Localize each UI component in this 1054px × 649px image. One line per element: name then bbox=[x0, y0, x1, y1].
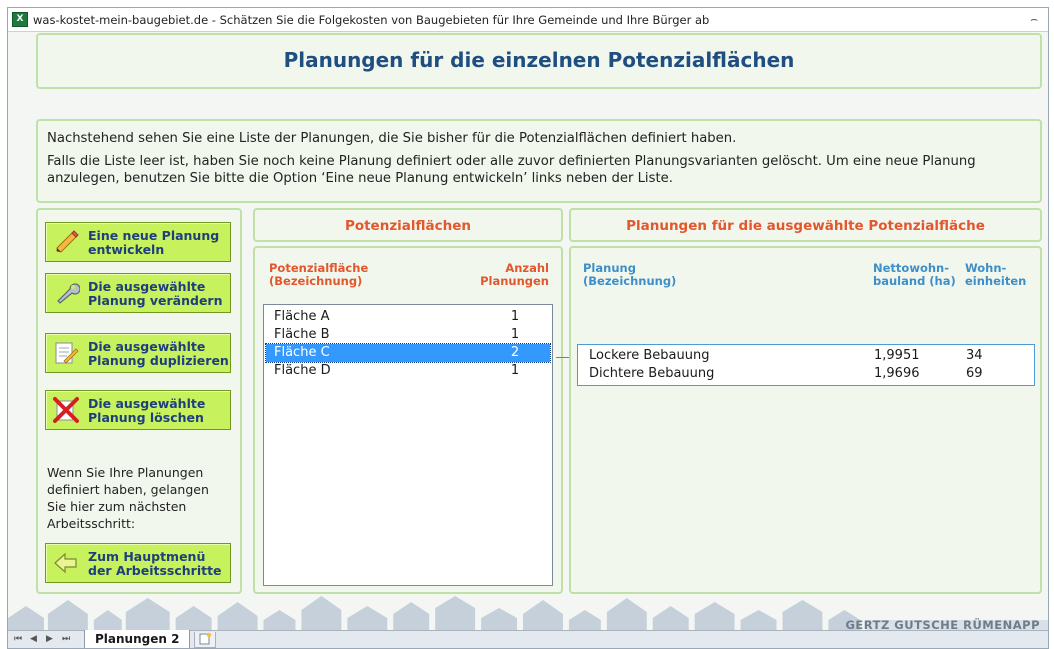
column-header-potenzialflaeche: Potenzialfläche (Bezeichnung) bbox=[269, 262, 368, 288]
column-header-anzahl-line2: Planungen bbox=[480, 274, 549, 288]
planung-name: Lockere Bebauung bbox=[589, 348, 710, 363]
main-menu-button[interactable]: Zum Hauptmenü der Arbeitsschritte bbox=[45, 543, 231, 583]
list-item-name: Fläche C bbox=[274, 345, 330, 360]
sheet-tab-planungen-2[interactable]: Planungen 2 bbox=[84, 630, 191, 648]
list-item-name: Fläche A bbox=[274, 309, 330, 324]
column-header-anzahl: Anzahl Planungen bbox=[480, 262, 549, 288]
wrench-icon bbox=[57, 283, 80, 304]
next-sheet-button[interactable]: ▶ bbox=[46, 634, 53, 644]
app-window: X was-kostet-mein-baugebiet.de - Schätze… bbox=[7, 7, 1049, 649]
sheet-tab-bar: ⏮ ◀ ▶ ⏭ Planungen 2 bbox=[8, 630, 1048, 648]
potenzialflaechen-panel: Potenzialfläche (Bezeichnung) Anzahl Pla… bbox=[253, 246, 563, 594]
intro-text-1: Nachstehend sehen Sie eine Liste der Pla… bbox=[47, 131, 737, 146]
list-item[interactable]: Fläche D 1 bbox=[266, 362, 550, 380]
new-planning-button[interactable]: Eine neue Planung entwickeln bbox=[45, 222, 231, 262]
intro-box: Nachstehend sehen Sie eine Liste der Pla… bbox=[36, 119, 1042, 203]
main-menu-label-2: der Arbeitsschritte bbox=[88, 563, 222, 578]
last-sheet-button[interactable]: ⏭ bbox=[62, 634, 70, 644]
actions-panel: Eine neue Planung entwickeln Die ausgewä… bbox=[36, 208, 242, 594]
duplicate-icon bbox=[55, 342, 79, 364]
list-item-count: 1 bbox=[510, 363, 520, 378]
window-title: was-kostet-mein-baugebiet.de - Schätzen … bbox=[33, 13, 710, 27]
duplicate-planning-button[interactable]: Die ausgewählte Planung duplizieren bbox=[45, 333, 231, 373]
new-planning-label-1: Eine neue Planung bbox=[88, 228, 220, 243]
restore-window-icon[interactable]: ⌢ bbox=[1030, 12, 1038, 27]
next-step-info: Wenn Sie Ihre Planungen definiert haben,… bbox=[47, 465, 209, 531]
table-row[interactable]: Dichtere Bebauung 1,9696 69 bbox=[578, 365, 1034, 383]
delete-planning-label-2: Planung löschen bbox=[88, 410, 204, 425]
planungen-header: Planungen für die ausgewählte Potenzialf… bbox=[569, 208, 1042, 242]
column-header-planung-line2: (Bezeichnung) bbox=[583, 274, 677, 288]
previous-sheet-button[interactable]: ◀ bbox=[30, 634, 37, 644]
planungen-panel: Planung (Bezeichnung) Nettowohn- bauland… bbox=[569, 246, 1042, 594]
potenzialflaechen-list[interactable]: Fläche A 1 Fläche B 1 Fläche C 2 Fläche … bbox=[263, 304, 553, 586]
delete-planning-label-1: Die ausgewählte bbox=[88, 396, 206, 411]
planung-area: 1,9951 bbox=[874, 348, 920, 363]
new-sheet-icon bbox=[199, 632, 212, 645]
table-row[interactable]: Lockere Bebauung 1,9951 34 bbox=[578, 347, 1034, 365]
column-header-wohneinheiten-line2: einheiten bbox=[965, 274, 1027, 288]
first-sheet-button[interactable]: ⏮ bbox=[14, 634, 22, 644]
duplicate-planning-label-1: Die ausgewählte bbox=[88, 339, 206, 354]
list-item[interactable]: Fläche A 1 bbox=[266, 308, 550, 326]
intro-text-2: Falls die Liste leer ist, haben Sie noch… bbox=[47, 154, 976, 186]
page-title: Planungen für die einzelnen Potenzialflä… bbox=[283, 48, 795, 72]
new-sheet-button[interactable] bbox=[194, 632, 216, 648]
planung-units: 34 bbox=[966, 348, 983, 363]
planung-name: Dichtere Bebauung bbox=[589, 366, 715, 381]
title-bar: X was-kostet-mein-baugebiet.de - Schätze… bbox=[8, 8, 1048, 32]
potenzialflaechen-header: Potenzialflächen bbox=[253, 208, 563, 242]
edit-planning-label-2: Planung verändern bbox=[88, 293, 223, 308]
new-planning-label-2: entwickeln bbox=[88, 242, 165, 257]
excel-icon: X bbox=[12, 12, 28, 27]
list-item-count: 2 bbox=[510, 345, 520, 360]
planungen-title: Planungen für die ausgewählte Potenzialf… bbox=[626, 218, 985, 234]
delete-x-icon bbox=[53, 397, 79, 423]
main-menu-label-1: Zum Hauptmenü bbox=[88, 549, 206, 564]
duplicate-planning-label-2: Planung duplizieren bbox=[88, 353, 229, 368]
column-header-nettowohnbauland: Nettowohn- bauland (ha) bbox=[873, 262, 956, 288]
column-header-planung: Planung (Bezeichnung) bbox=[583, 262, 676, 288]
list-item-name: Fläche D bbox=[274, 363, 331, 378]
edit-planning-label-1: Die ausgewählte bbox=[88, 279, 206, 294]
potenzialflaechen-title: Potenzialflächen bbox=[344, 218, 472, 234]
list-item-name: Fläche B bbox=[274, 327, 330, 342]
column-header-potenzialflaeche-line2: (Bezeichnung) bbox=[269, 274, 363, 288]
list-item-count: 1 bbox=[510, 327, 520, 342]
page-header: Planungen für die einzelnen Potenzialflä… bbox=[36, 33, 1042, 89]
planungen-list[interactable]: Lockere Bebauung 1,9951 34 Dichtere Beba… bbox=[577, 344, 1035, 386]
planung-area: 1,9696 bbox=[874, 366, 920, 381]
list-item-selected[interactable]: Fläche C 2 bbox=[265, 343, 551, 363]
column-header-wohneinheiten: Wohn- einheiten bbox=[965, 262, 1026, 288]
delete-planning-button[interactable]: Die ausgewählte Planung löschen bbox=[45, 390, 231, 430]
list-item-count: 1 bbox=[510, 309, 520, 324]
list-item[interactable]: Fläche B 1 bbox=[266, 326, 550, 344]
column-header-nettowohnbauland-line2: bauland (ha) bbox=[873, 274, 956, 288]
edit-planning-button[interactable]: Die ausgewählte Planung verändern bbox=[45, 273, 231, 313]
pencil-icon bbox=[56, 230, 79, 253]
planung-units: 69 bbox=[966, 366, 983, 381]
arrow-left-icon bbox=[54, 552, 77, 574]
